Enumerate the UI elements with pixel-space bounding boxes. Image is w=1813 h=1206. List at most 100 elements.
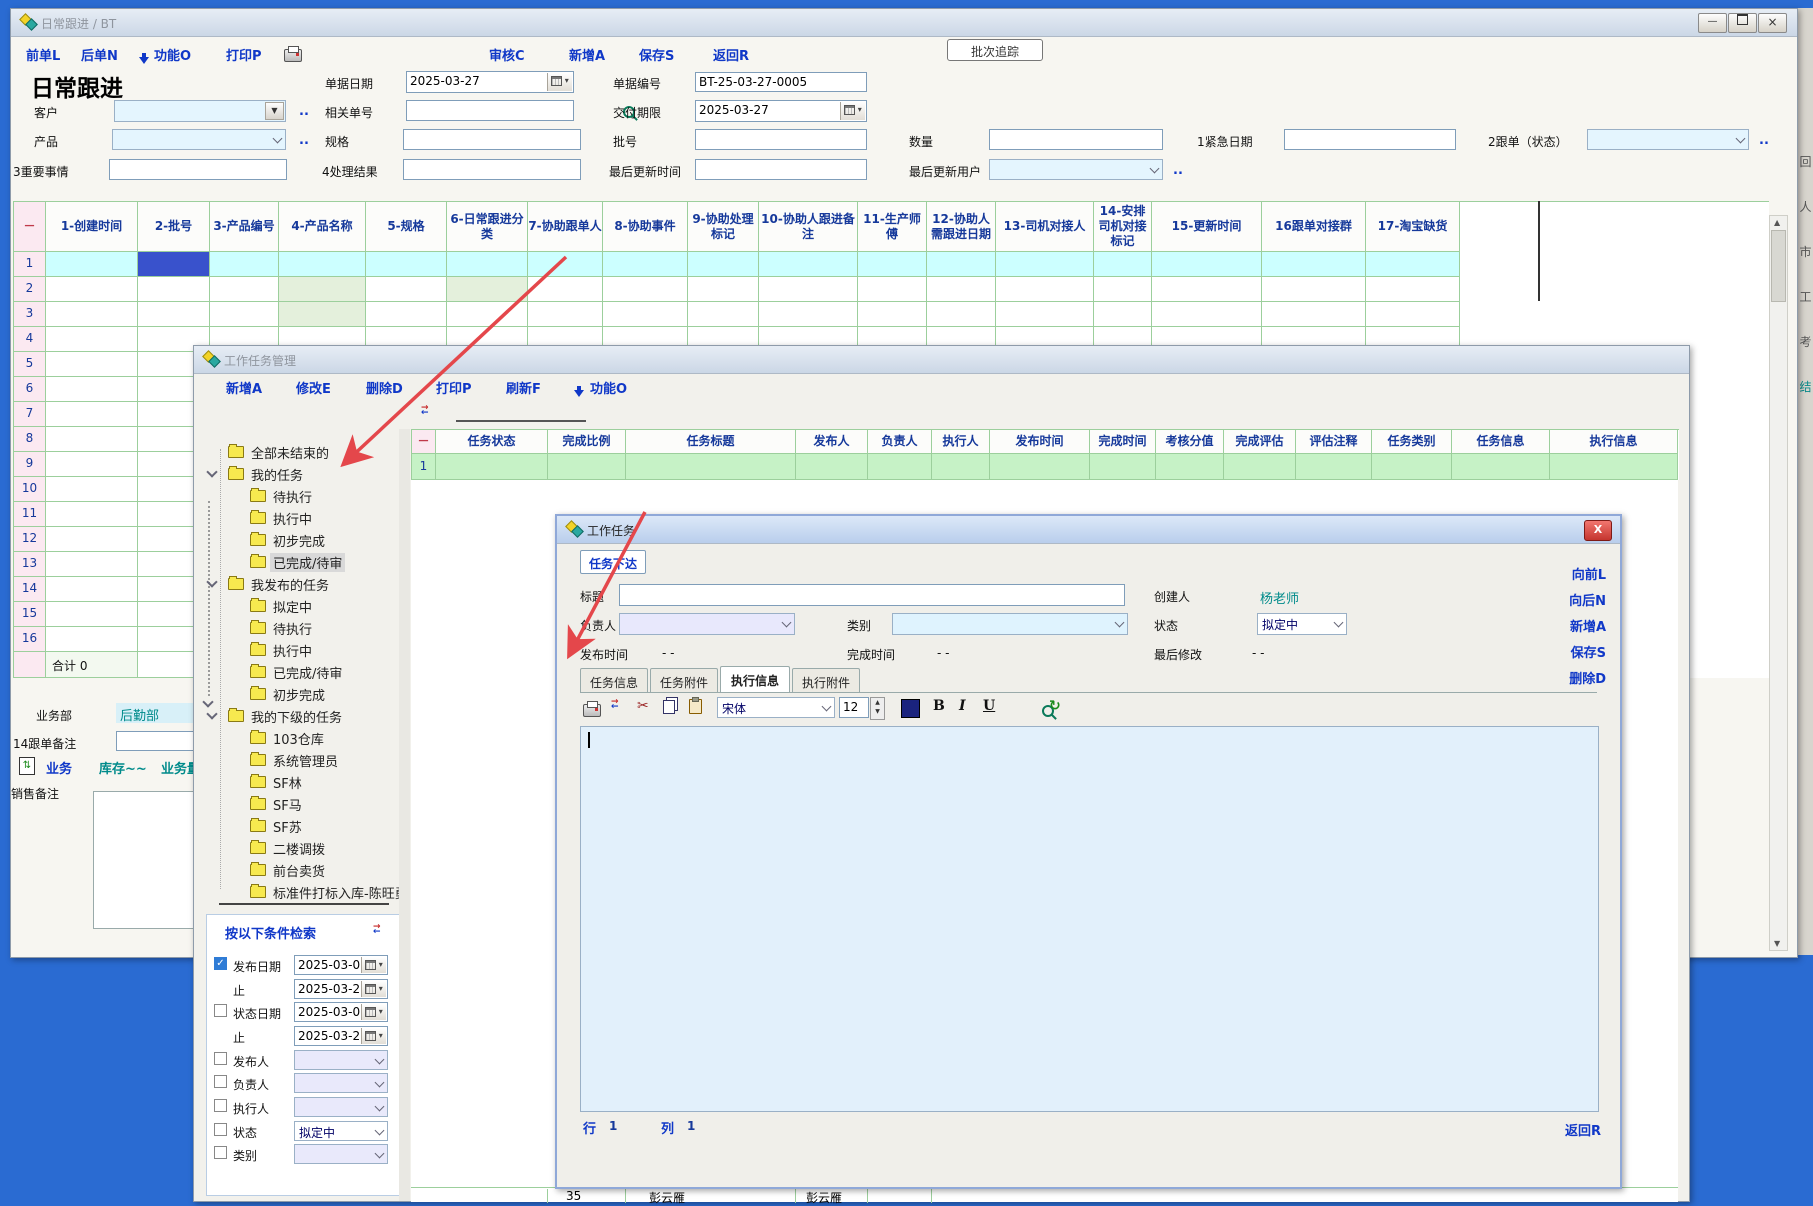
dropdown-arrow-icon[interactable] [1334,618,1344,628]
nav-next-link[interactable]: 向后N [1569,590,1606,609]
filter-combo[interactable] [294,1050,388,1070]
task-cell[interactable] [1090,454,1156,480]
tree-item-label[interactable]: 拟定中 [270,597,315,616]
task-cell[interactable] [1156,454,1224,480]
tab-task-info[interactable]: 任务信息 [580,668,648,692]
tree-item[interactable]: 待执行 [194,485,406,505]
w1-cell[interactable] [279,302,366,327]
dropdown-arrow-icon[interactable]: ▼ [265,102,284,120]
w1-col-header[interactable]: 15-更新时间 [1152,202,1262,252]
task-refresh-button[interactable]: 刷新F [506,378,541,397]
w1-cell[interactable] [46,327,138,352]
close-button[interactable]: × [1758,13,1787,33]
tree-item[interactable]: SF林 [194,771,406,791]
w1-row-number[interactable]: 5 [14,352,46,377]
inventory-link[interactable]: 库存~~ [99,758,147,777]
delivery-date-input[interactable]: 2025-03-27 ▾ [695,100,867,122]
editor-swap-icon[interactable]: →← [611,700,619,710]
w1-cell[interactable] [46,277,138,302]
dropdown-arrow-icon[interactable] [375,1102,385,1112]
task-cell[interactable] [1224,454,1296,480]
w1-cell[interactable] [366,302,447,327]
tree-item-label[interactable]: 我的任务 [248,465,306,484]
dropdown-arrow-icon[interactable] [822,702,832,712]
w1-cell[interactable] [1366,252,1460,277]
filter-date-input[interactable]: 2025-03-01 ▾ [294,955,388,975]
w1-col-header[interactable]: 9-协助处理标记 [688,202,759,252]
task-delete-button[interactable]: 删除D [366,378,403,397]
paste-icon[interactable] [689,699,702,714]
w1-cell[interactable] [603,252,688,277]
tree-item-label[interactable]: SF林 [270,773,305,792]
tree-item[interactable]: 我的下级的任务 [194,705,406,725]
swap-columns-icon[interactable]: →← [421,406,429,416]
product-combo[interactable] [112,129,286,150]
prev-doc-button[interactable]: 前单L [26,45,60,64]
tree-item-label[interactable]: 执行中 [270,641,315,660]
w1-cell[interactable] [927,252,996,277]
w1-col-header[interactable]: 17-淘宝缺货 [1366,202,1460,252]
filter-date-input[interactable]: 2025-03-01 ▾ [294,1002,388,1022]
w1-cell[interactable] [46,352,138,377]
w1-cell[interactable] [996,277,1094,302]
w1-col-header[interactable]: 13-司机对接人 [996,202,1094,252]
tree-item-label[interactable]: 二楼调拨 [270,839,328,858]
w1-cell[interactable] [46,402,138,427]
tree-item[interactable]: 前台卖货 [194,859,406,879]
w1-cell[interactable] [858,252,927,277]
w1-cell[interactable] [1152,302,1262,327]
qty-input[interactable] [989,129,1163,150]
w1-col-header[interactable]: 3-产品编号 [210,202,279,252]
important-input[interactable] [109,159,287,180]
w1-cell[interactable] [279,252,366,277]
task-col-header[interactable]: 完成时间 [1090,430,1156,454]
filter-checkbox-类别[interactable] [214,1146,227,1159]
w1-cell[interactable] [447,302,528,327]
tree-item-label[interactable]: 我的下级的任务 [248,707,345,726]
dropdown-arrow-icon[interactable] [375,1149,385,1159]
sales-note-textarea[interactable] [93,791,195,929]
add-button[interactable]: 新增A [569,45,605,64]
w1-cell[interactable] [759,252,858,277]
tree-item-label[interactable]: SF苏 [270,817,305,836]
w1-cell[interactable] [1094,302,1152,327]
w1-cell[interactable] [759,302,858,327]
w1-col-header[interactable]: 16跟单对接群 [1262,202,1366,252]
w1-cell[interactable] [759,277,858,302]
calendar-dropdown-icon[interactable]: ▾ [361,957,386,973]
task-col-header[interactable]: 任务标题 [626,430,796,454]
dropdown-arrow-icon[interactable] [375,1078,385,1088]
doc-refresh-icon[interactable]: ⇅ [19,757,35,775]
filter-combo[interactable] [294,1144,388,1164]
w1-row-number[interactable]: 3 [14,302,46,327]
w1-cell[interactable] [528,277,603,302]
w1-col-header[interactable]: 14-安排司机对接标记 [1094,202,1152,252]
w1-row-number[interactable]: 2 [14,277,46,302]
tree-item[interactable]: 执行中 [194,507,406,527]
task-row-number[interactable]: 1 [412,454,436,480]
w1-cell[interactable] [603,302,688,327]
filter-combo[interactable]: 拟定中 [294,1121,388,1141]
close-button[interactable]: X [1584,520,1612,541]
task-cell[interactable] [932,454,990,480]
w1-cell[interactable] [46,427,138,452]
status-combo[interactable]: 拟定中 [1257,613,1347,635]
calendar-dropdown-icon[interactable]: ▾ [361,1028,386,1044]
filter-checkbox-状态日期[interactable] [214,1004,227,1017]
w1-cell[interactable] [138,277,210,302]
calendar-dropdown-icon[interactable]: ▾ [840,102,865,120]
task-col-header[interactable]: 执行人 [932,430,990,454]
filter-swap-icon[interactable]: →← [373,925,381,935]
calendar-dropdown-icon[interactable]: ▾ [361,1004,386,1020]
editor-print-icon[interactable] [583,704,601,717]
scroll-thumb[interactable] [1771,230,1786,302]
splitter-line[interactable] [456,420,586,422]
task-col-header[interactable]: 任务状态 [436,430,548,454]
dropdown-arrow-icon[interactable] [1115,618,1125,628]
task-col-header[interactable]: － [412,430,436,454]
w1-cell[interactable] [1152,252,1262,277]
last-update-user-combo[interactable] [989,159,1163,180]
dropdown-arrow-icon[interactable] [375,1126,385,1136]
owner-combo[interactable] [619,613,795,635]
w1-cell[interactable] [927,277,996,302]
